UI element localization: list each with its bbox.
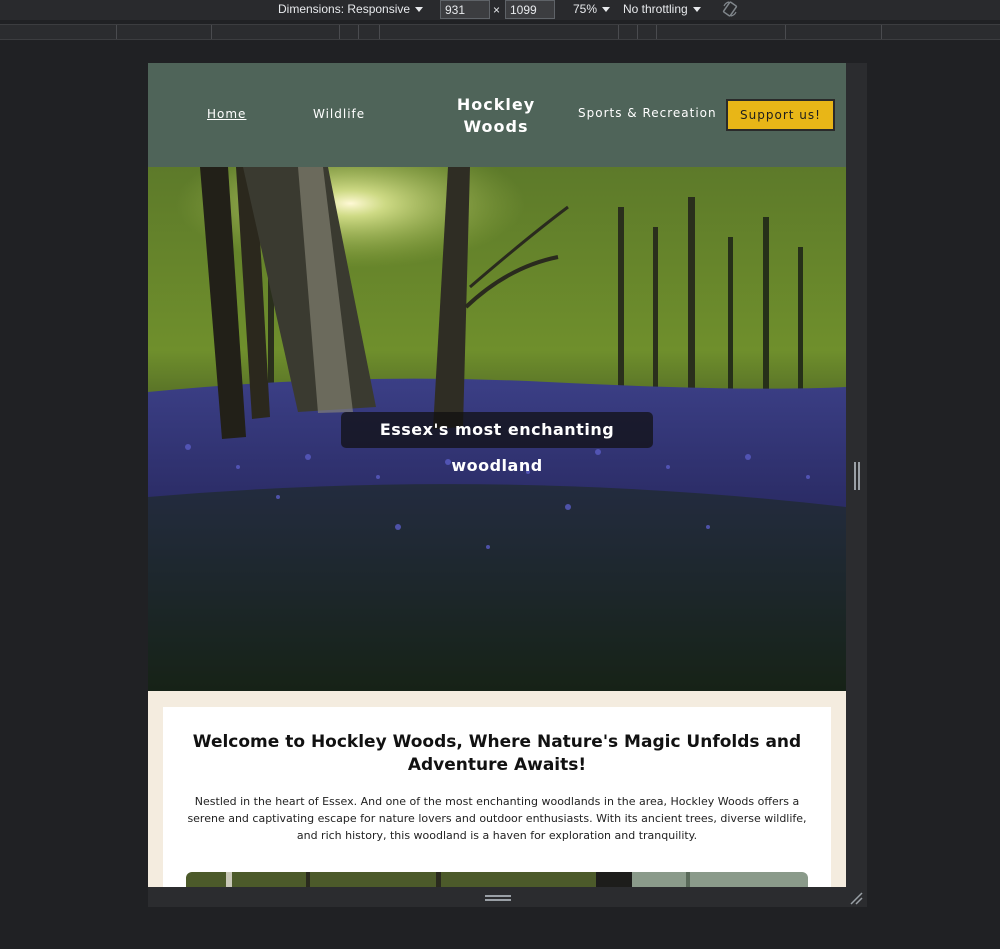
dimensions-dropdown[interactable]: Dimensions: Responsive — [278, 2, 424, 16]
throttling-label: No throttling — [623, 2, 688, 16]
chevron-down-icon — [415, 6, 424, 12]
support-us-button[interactable]: Support us! — [726, 99, 835, 131]
woodland-preview-image — [186, 872, 808, 887]
zoom-dropdown[interactable]: 75% — [573, 2, 611, 16]
device-width-input[interactable] — [440, 0, 490, 19]
dimensions-label: Dimensions: Responsive — [278, 2, 411, 16]
dimension-times-symbol: × — [493, 3, 501, 17]
brand-line-2: Woods — [463, 117, 529, 136]
site-brand[interactable]: Hockley Woods — [446, 94, 546, 138]
welcome-heading: Welcome to Hockley Woods, Where Nature's… — [192, 732, 802, 775]
nav-link-wildlife[interactable]: Wildlife — [313, 107, 365, 121]
corner-resize-icon[interactable] — [849, 891, 863, 905]
device-height-input[interactable] — [505, 0, 555, 19]
hero-banner: Essex's most enchanting woodland — [148, 167, 846, 691]
chevron-down-icon — [692, 6, 701, 12]
devtools-device-toolbar: Dimensions: Responsive × 75% No throttli… — [0, 0, 1000, 20]
hero-caption: Essex's most enchanting woodland — [341, 412, 653, 475]
media-query-ruler — [0, 24, 1000, 40]
nav-link-sports-recreation[interactable]: Sports & Recreation — [578, 106, 717, 120]
width-resize-handle[interactable] — [854, 462, 860, 490]
height-resize-handle[interactable] — [485, 895, 511, 901]
nav-link-home[interactable]: Home — [207, 107, 246, 121]
rotate-device-icon[interactable] — [721, 0, 739, 18]
welcome-card: Welcome to Hockley Woods, Where Nature's… — [163, 707, 831, 887]
throttling-dropdown[interactable]: No throttling — [623, 2, 701, 16]
welcome-paragraph: Nestled in the heart of Essex. And one o… — [187, 795, 807, 842]
chevron-down-icon — [602, 6, 611, 12]
site-navbar: Home Wildlife Hockley Woods Sports & Rec… — [148, 63, 846, 167]
device-viewport: Home Wildlife Hockley Woods Sports & Rec… — [148, 63, 846, 887]
brand-line-1: Hockley — [456, 95, 536, 114]
zoom-label: 75% — [573, 2, 598, 16]
